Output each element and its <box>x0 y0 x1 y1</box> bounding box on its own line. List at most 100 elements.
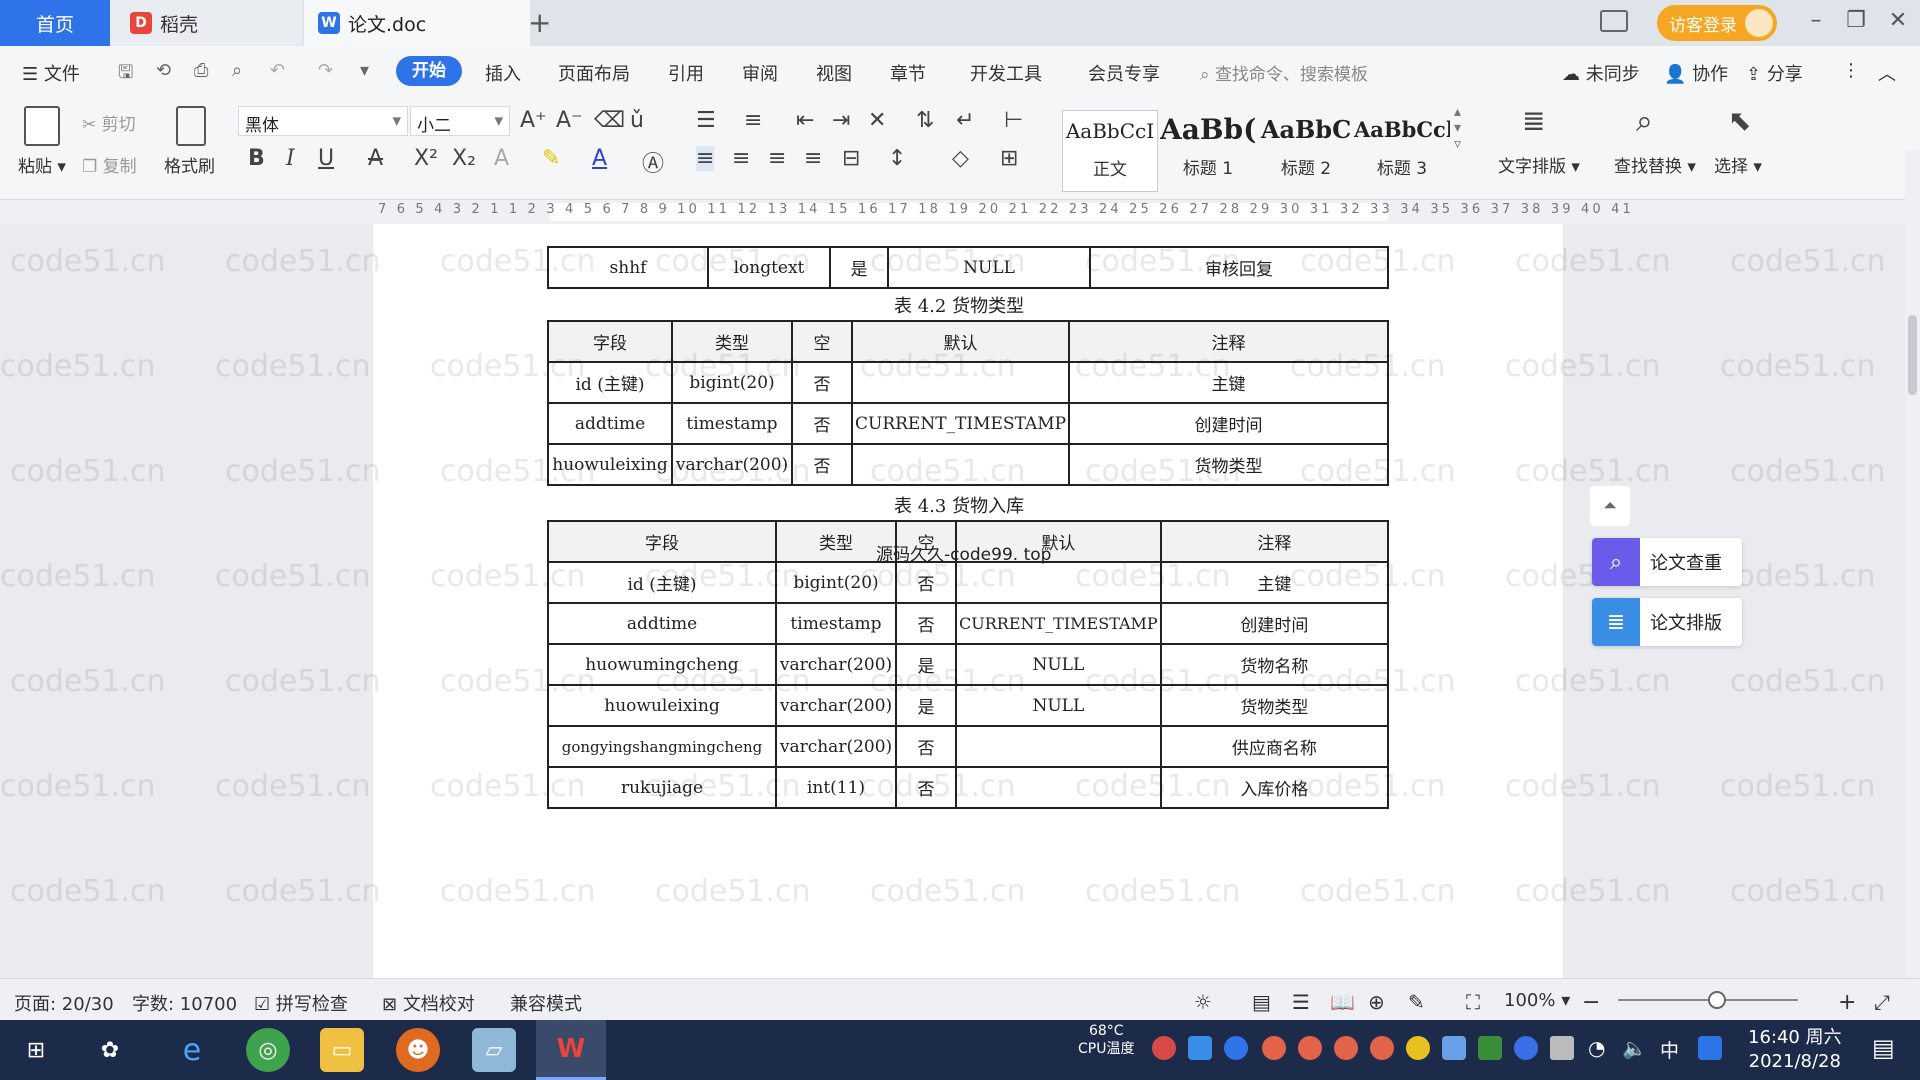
zoom-out-icon[interactable]: − <box>1582 990 1600 1015</box>
bold-icon[interactable]: B <box>248 146 265 171</box>
ime-indicator[interactable]: 中 <box>1660 1036 1679 1063</box>
menu-developer[interactable]: 开发工具 <box>970 60 1042 86</box>
fullscreen-icon[interactable]: ⤢ <box>1874 990 1890 1014</box>
format-painter-button[interactable]: 格式刷 <box>164 152 215 177</box>
italic-icon[interactable]: I <box>286 146 295 171</box>
menu-insert[interactable]: 插入 <box>485 60 521 86</box>
collapse-ribbon-icon[interactable]: ︿ <box>1878 60 1896 86</box>
find-replace-icon[interactable]: ⌕ <box>1636 104 1653 139</box>
web-view-icon[interactable]: ⊕ <box>1368 990 1385 1014</box>
style-heading-3[interactable]: AaBbCcl 标题 3 <box>1354 110 1450 192</box>
document-area[interactable]: shhf longtext 是 NULL 审核回复 表 4.2 货物类型 字段 … <box>0 224 1905 978</box>
zoom-slider-handle[interactable] <box>1708 991 1726 1009</box>
menu-start[interactable]: 开始 <box>396 56 462 86</box>
cursor-icon[interactable]: ⬉ <box>1728 104 1751 137</box>
tray-app-icon[interactable] <box>1442 1036 1466 1060</box>
minimize-icon[interactable]: – <box>1802 8 1830 33</box>
text-direction-icon[interactable]: ✕ <box>868 108 886 133</box>
menu-view[interactable]: 视图 <box>816 60 852 86</box>
pen-icon[interactable]: ✎ <box>1408 990 1425 1014</box>
align-right-icon[interactable]: ≡ <box>768 146 786 171</box>
battery-icon[interactable] <box>1550 1036 1574 1060</box>
increase-indent-icon[interactable]: ⇥ <box>832 108 850 133</box>
tab-stop-icon[interactable]: ⊢ <box>1004 108 1023 133</box>
reading-view-icon[interactable]: 📖 <box>1330 990 1355 1014</box>
sync-status[interactable]: ☁ 未同步 <box>1562 60 1640 86</box>
menu-references[interactable]: 引用 <box>668 60 704 86</box>
menu-member[interactable]: 会员专享 <box>1088 60 1160 86</box>
highlight-icon[interactable]: ✎ <box>542 146 560 171</box>
tray-app-icon[interactable] <box>1334 1036 1358 1060</box>
line-break-icon[interactable]: ↵ <box>956 108 974 133</box>
menu-page-layout[interactable]: 页面布局 <box>558 60 630 86</box>
borders-icon[interactable]: ⊞ <box>1000 146 1018 171</box>
bullet-list-icon[interactable]: ☰ <box>696 108 716 133</box>
browser-360-icon[interactable]: ◎ <box>246 1028 290 1072</box>
tray-app-icon[interactable] <box>1152 1036 1176 1060</box>
system-clock[interactable]: 16:40 周六 2021/8/28 <box>1748 1026 1842 1074</box>
tray-app-icon[interactable] <box>1298 1036 1322 1060</box>
close-icon[interactable]: ✕ <box>1884 8 1912 33</box>
more-icon[interactable]: ⋮ <box>1842 60 1860 81</box>
decrease-indent-icon[interactable]: ⇤ <box>796 108 814 133</box>
page-indicator[interactable]: 页面: 20/30 <box>14 990 114 1016</box>
new-tab-button[interactable]: + <box>528 6 552 39</box>
text-effect-icon[interactable]: A <box>494 146 509 171</box>
phonetic-icon[interactable]: ǔ <box>630 108 644 133</box>
font-name-select[interactable]: 黑体 ▾ <box>238 106 408 136</box>
font-size-select[interactable]: 小二 ▾ <box>410 106 510 136</box>
align-center-icon[interactable]: ≡ <box>732 146 750 171</box>
align-left-icon[interactable]: ≡ <box>696 146 715 171</box>
guest-login-button[interactable]: 访客登录 <box>1657 5 1777 41</box>
paste-icon[interactable] <box>24 106 60 146</box>
app-avatar-icon[interactable]: ☻ <box>396 1028 440 1072</box>
menu-review[interactable]: 审阅 <box>742 60 778 86</box>
volume-icon[interactable]: 🔈 <box>1622 1036 1647 1060</box>
justify-icon[interactable]: ≡ <box>804 146 822 171</box>
tab-document[interactable]: W 论文.doc <box>304 0 530 46</box>
print-preview-icon[interactable]: ⌕ <box>232 60 242 81</box>
fan-app-icon[interactable]: ✿ <box>88 1028 132 1072</box>
distributed-icon[interactable]: ⊟ <box>842 146 860 171</box>
qq-icon[interactable] <box>1698 1036 1722 1060</box>
notepad-icon[interactable]: ▱ <box>472 1028 516 1072</box>
tab-daoke[interactable]: D 稻壳 <box>110 0 302 46</box>
zoom-in-icon[interactable]: + <box>1838 990 1856 1015</box>
zoom-level[interactable]: 100% ▾ <box>1504 990 1570 1011</box>
chevron-down-icon[interactable]: ▾ <box>360 60 369 81</box>
tray-app-icon[interactable] <box>1406 1036 1430 1060</box>
scrollbar-thumb[interactable] <box>1908 315 1917 395</box>
file-explorer-icon[interactable]: ▭ <box>320 1028 364 1072</box>
format-painter-icon[interactable] <box>176 106 206 146</box>
superscript-icon[interactable]: X² <box>414 146 438 171</box>
share-button[interactable]: ⇪ 分享 <box>1746 60 1803 86</box>
line-spacing-icon[interactable]: ↕ <box>888 146 906 171</box>
text-layout-icon[interactable]: ≣ <box>1522 104 1545 137</box>
file-menu[interactable]: ☰ 文件 <box>22 60 80 86</box>
redo-icon[interactable]: ↷ <box>318 60 333 81</box>
shield-icon[interactable] <box>1224 1036 1248 1060</box>
style-gallery-scroll-icon[interactable]: ▴ ▾ ▿ <box>1454 104 1461 152</box>
clear-format-icon[interactable]: ⌫ <box>594 108 625 133</box>
numbered-list-icon[interactable]: ≡ <box>744 108 762 133</box>
find-replace-button[interactable]: 查找替换 ▾ <box>1614 152 1696 177</box>
print-icon[interactable]: ⎙ <box>194 60 208 81</box>
notification-icon[interactable]: ▤ <box>1872 1034 1895 1062</box>
tab-home[interactable]: 首页 <box>0 0 110 46</box>
restore-icon[interactable]: ❐ <box>1842 8 1870 33</box>
select-button[interactable]: 选择 ▾ <box>1714 152 1762 177</box>
cut-button[interactable]: ✂ 剪切 <box>82 110 136 135</box>
wps-taskbar-icon[interactable]: W <box>536 1020 606 1080</box>
menu-chapter[interactable]: 章节 <box>890 60 926 86</box>
shrink-font-icon[interactable]: A⁻ <box>556 108 583 133</box>
char-border-icon[interactable]: Ⓐ <box>642 146 664 178</box>
vertical-scrollbar[interactable] <box>1905 150 1920 978</box>
style-heading-2[interactable]: AaBbC 标题 2 <box>1258 110 1354 192</box>
wifi-icon[interactable]: ◔ <box>1588 1036 1605 1060</box>
window-layout-icon[interactable] <box>1600 10 1628 32</box>
horizontal-ruler[interactable]: 7 6 5 4 3 2 1 1 2 3 4 5 6 7 8 9 10 11 12… <box>0 200 1905 224</box>
style-normal[interactable]: AaBbCcI 正文 <box>1062 110 1158 192</box>
search-input[interactable]: ⌕ 查找命令、搜索模板 <box>1200 60 1368 85</box>
undo-icon[interactable]: ↶ <box>270 60 285 81</box>
strikethrough-icon[interactable]: A <box>368 146 383 171</box>
